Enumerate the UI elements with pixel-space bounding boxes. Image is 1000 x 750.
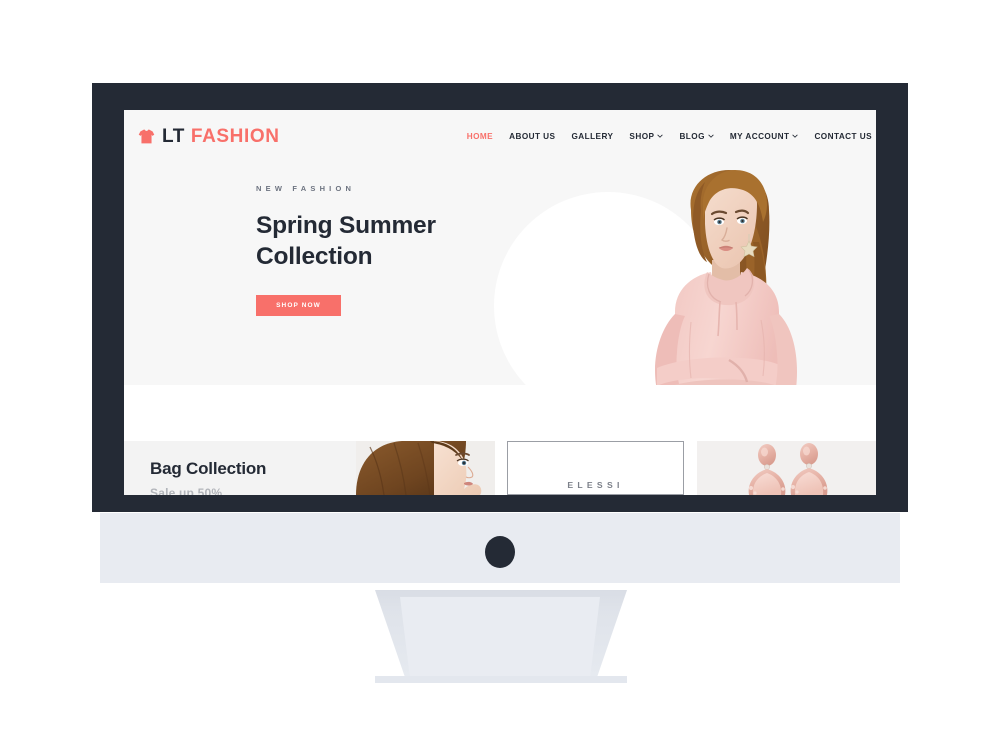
nav-item-about-us[interactable]: ABOUT US bbox=[509, 132, 555, 141]
hero-title: Spring Summer Collection bbox=[256, 210, 506, 273]
hero-title-line-2: Collection bbox=[256, 243, 373, 271]
nav-label: BLOG bbox=[679, 131, 705, 141]
promo-card-image bbox=[356, 441, 495, 495]
main-navigation: HOME ABOUT US GALLERY SHOP BLOG MY ACCOU… bbox=[467, 132, 872, 141]
card-gap bbox=[495, 441, 507, 495]
nav-item-gallery[interactable]: GALLERY bbox=[571, 132, 613, 141]
earrings-illustration bbox=[697, 441, 876, 495]
nav-label: GALLERY bbox=[571, 131, 614, 141]
nav-item-contact-us[interactable]: CONTACT US bbox=[814, 132, 872, 141]
nav-label: CONTACT US bbox=[814, 131, 872, 141]
site-header: LT FASHION HOME ABOUT US GALLERY SHOP BL… bbox=[124, 110, 876, 162]
card-gap bbox=[684, 441, 697, 495]
hero-copy: NEW FASHION Spring Summer Collection SHO… bbox=[256, 184, 506, 316]
tshirt-icon bbox=[138, 129, 155, 143]
nav-item-shop[interactable]: SHOP bbox=[629, 131, 664, 141]
nav-item-my-account[interactable]: MY ACCOUNT bbox=[730, 132, 799, 141]
hero-eyebrow: NEW FASHION bbox=[256, 184, 356, 193]
chevron-down-icon bbox=[657, 134, 664, 138]
promo-card-subtitle: Sale up 50% bbox=[150, 486, 223, 495]
nav-label: ABOUT US bbox=[509, 131, 556, 141]
promo-card-title: Bag Collection bbox=[150, 459, 267, 478]
nav-label: HOME bbox=[466, 131, 494, 141]
model-illustration bbox=[655, 170, 797, 385]
promo-card-earrings[interactable] bbox=[697, 441, 876, 495]
nav-label: MY ACCOUNT bbox=[729, 131, 790, 141]
logo-text-primary: LT bbox=[162, 125, 186, 147]
chevron-down-icon bbox=[708, 134, 714, 138]
hero-section: NEW FASHION Spring Summer Collection SHO… bbox=[124, 162, 876, 385]
monitor-screen: LT FASHION HOME ABOUT US GALLERY SHOP BL… bbox=[124, 110, 876, 495]
logo-text-accent: FASHION bbox=[190, 125, 280, 147]
site-logo[interactable]: LT FASHION bbox=[138, 127, 280, 146]
woman-profile-illustration bbox=[356, 441, 495, 495]
hero-model-image bbox=[579, 162, 876, 385]
nav-item-home[interactable]: HOME bbox=[467, 132, 493, 141]
hero-title-line-1: Spring Summer bbox=[256, 212, 436, 239]
shop-now-button[interactable]: SHOP NOW bbox=[256, 294, 341, 316]
chevron-down-icon bbox=[792, 134, 799, 138]
monitor-mockup: LT FASHION HOME ABOUT US GALLERY SHOP BL… bbox=[0, 0, 1000, 750]
nav-item-blog[interactable]: BLOG bbox=[679, 131, 714, 141]
nav-label: SHOP bbox=[629, 131, 655, 141]
promo-cards-strip: Bag Collection Sale up 50% ELESSI bbox=[124, 441, 876, 495]
promo-card-elessi[interactable]: ELESSI bbox=[507, 441, 684, 495]
monitor-stand-base bbox=[375, 676, 627, 683]
promo-card-bag-collection[interactable]: Bag Collection Sale up 50% bbox=[124, 441, 495, 495]
monitor-stand-inner bbox=[400, 597, 600, 678]
promo-card-title: ELESSI bbox=[567, 480, 624, 490]
monitor-power-button[interactable] bbox=[485, 536, 515, 568]
